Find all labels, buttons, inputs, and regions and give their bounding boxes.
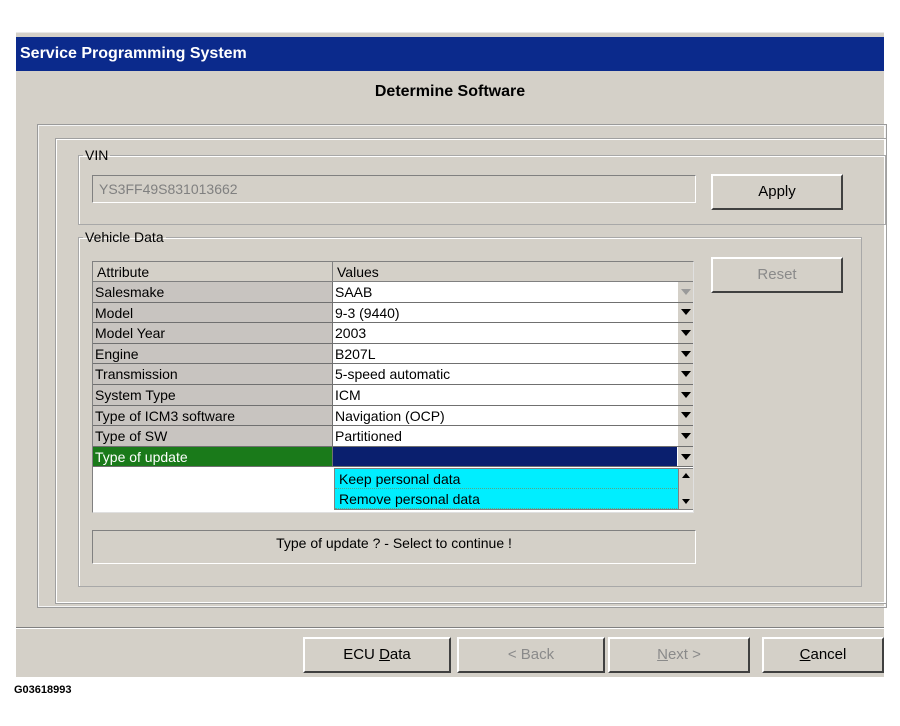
- table-row[interactable]: Salesmake SAAB: [93, 282, 693, 303]
- row-attribute: Model Year: [93, 323, 333, 344]
- reset-button[interactable]: Reset: [711, 257, 843, 293]
- column-header-attribute: Attribute: [93, 262, 333, 282]
- table-row[interactable]: System Type ICM: [93, 384, 693, 406]
- dropdown-scrollbar[interactable]: [678, 469, 693, 509]
- cancel-button[interactable]: Cancel: [762, 637, 884, 673]
- column-header-values: Values: [333, 262, 693, 282]
- row-value-select[interactable]: B207L: [333, 343, 693, 365]
- vehicle-data-table: Attribute Values Salesmake SAAB Model 9-…: [92, 261, 694, 513]
- row-attribute: Transmission: [93, 364, 333, 385]
- row-value-select[interactable]: 5-speed automatic: [333, 364, 693, 385]
- row-value: B207L: [335, 345, 376, 362]
- row-value: ICM: [335, 386, 361, 403]
- footer-divider: [16, 627, 884, 629]
- scroll-up-icon[interactable]: [682, 473, 690, 478]
- row-value-select[interactable]: Partitioned: [333, 426, 693, 447]
- table-row[interactable]: Model 9-3 (9440): [93, 302, 693, 324]
- dropdown-arrow-icon[interactable]: [677, 302, 693, 323]
- row-value: Partitioned: [335, 428, 402, 445]
- dropdown-option-keep[interactable]: Keep personal data: [335, 469, 679, 489]
- page-heading: Determine Software: [374, 83, 526, 100]
- table-row[interactable]: Type of ICM3 software Navigation (OCP): [93, 405, 693, 427]
- row-attribute: Type of ICM3 software: [93, 405, 333, 427]
- title-bar: Service Programming System: [16, 37, 884, 71]
- row-value-select[interactable]: [333, 446, 693, 468]
- dropdown-option-remove[interactable]: Remove personal data: [335, 489, 679, 509]
- dropdown-arrow-icon[interactable]: [677, 426, 693, 446]
- scroll-down-icon[interactable]: [682, 499, 690, 504]
- table-row[interactable]: Type of SW Partitioned: [93, 426, 693, 447]
- row-value: 9-3 (9440): [335, 304, 400, 321]
- table-row-selected[interactable]: Type of update: [93, 446, 693, 468]
- row-value-select[interactable]: 2003: [333, 323, 693, 344]
- row-value-select[interactable]: ICM: [333, 384, 693, 406]
- row-attribute: Type of update: [93, 446, 333, 468]
- row-attribute: Type of SW: [93, 426, 333, 447]
- application-window: Service Programming System Determine Sof…: [16, 32, 887, 677]
- row-attribute: Engine: [93, 343, 333, 365]
- row-value: 5-speed automatic: [335, 366, 451, 383]
- vin-group-legend: VIN: [85, 147, 109, 163]
- next-button[interactable]: Next >: [608, 637, 750, 673]
- status-message: Type of update ? - Select to continue !: [92, 530, 696, 564]
- row-value: Navigation (OCP): [335, 407, 445, 424]
- row-attribute: System Type: [93, 384, 333, 406]
- table-row[interactable]: Transmission 5-speed automatic: [93, 364, 693, 385]
- ecu-data-button[interactable]: ECU Data: [303, 637, 451, 673]
- update-type-dropdown-list[interactable]: Keep personal data Remove personal data: [334, 468, 693, 510]
- figure-id-label: G03618993: [14, 684, 72, 696]
- row-attribute: Model: [93, 302, 333, 324]
- table-row[interactable]: Engine B207L: [93, 343, 693, 365]
- dropdown-arrow-icon[interactable]: [677, 343, 693, 364]
- table-header: Attribute Values: [93, 262, 693, 282]
- dropdown-arrow-icon[interactable]: [677, 405, 693, 426]
- dropdown-arrow-icon[interactable]: [677, 364, 693, 384]
- row-value-select[interactable]: Navigation (OCP): [333, 405, 693, 427]
- table-row[interactable]: Model Year 2003: [93, 323, 693, 344]
- vin-field: YS3FF49S831013662: [92, 175, 696, 203]
- dropdown-arrow-icon[interactable]: [677, 323, 693, 343]
- vehicle-data-legend: Vehicle Data: [85, 229, 164, 245]
- back-button[interactable]: < Back: [457, 637, 605, 673]
- dropdown-arrow-icon[interactable]: [677, 446, 693, 467]
- row-value: 2003: [335, 325, 367, 342]
- dropdown-arrow-icon[interactable]: [677, 384, 693, 405]
- row-value-select[interactable]: 9-3 (9440): [333, 302, 693, 324]
- row-value-select[interactable]: SAAB: [333, 282, 693, 303]
- window-title: Service Programming System: [20, 45, 247, 62]
- row-value: SAAB: [335, 284, 373, 300]
- row-attribute: Salesmake: [93, 282, 333, 303]
- apply-button[interactable]: Apply: [711, 174, 843, 210]
- dropdown-arrow-icon: [677, 282, 693, 302]
